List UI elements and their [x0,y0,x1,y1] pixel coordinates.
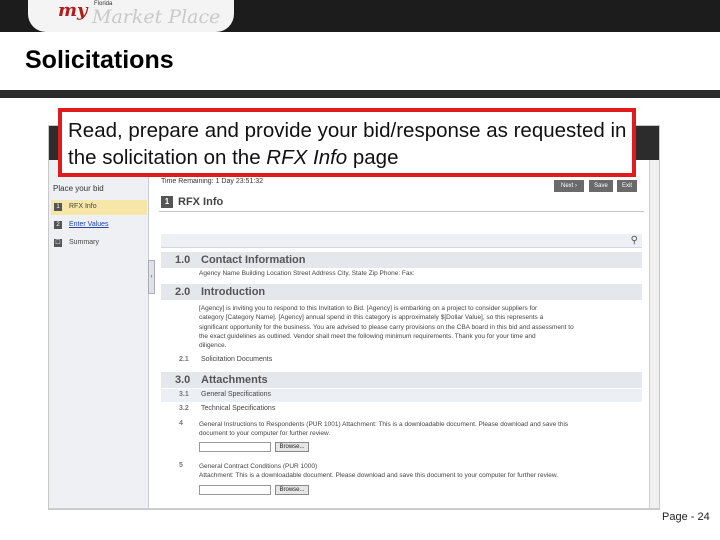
next-button[interactable]: Next › [554,180,584,192]
section-title: Contact Information [201,254,306,266]
rfx-step-number: 1 [161,196,173,208]
title-divider [0,90,720,98]
bid-steps-sidebar: Place your bid 1 RFX Info 2 Enter Values… [49,160,149,509]
rfx-info-title: RFX Info [178,196,224,208]
vertical-scrollbar[interactable] [649,160,659,509]
attachment-5-text: General Contract Conditions (PUR 1000) A… [199,462,639,481]
subsection-title: General Specifications [201,391,272,398]
attachment-4-upload: Browse... [199,442,499,452]
bid-screenshot: Place your bid 1 RFX Info 2 Enter Values… [48,125,660,510]
attachment-line: Attachment: This is a downloadable docum… [199,472,559,480]
subsection-technical-specifications[interactable]: 3.2 Technical Specifications [161,403,642,416]
status-bar [49,508,659,509]
page-title: Solicitations [25,46,174,74]
file-path-field[interactable] [199,485,271,495]
attachment-line: General Contract Conditions (PUR 1000) [199,463,318,470]
attachment-5-upload: Browse... [199,485,499,495]
intro-line: the exact guidelines as outlined. Vendor… [199,332,536,340]
subsection-title: Technical Specifications [201,405,276,412]
instruction-callout: Read, prepare and provide your bid/respo… [58,108,636,177]
step-enter-values[interactable]: 2 Enter Values [51,218,147,233]
subsection-number: 3.1 [179,391,189,398]
attachment-line: General Instructions to Respondents (PUR… [199,421,569,428]
search-bar: ⚲ [161,234,642,248]
logo-marketplace-text: Market Place [92,6,221,28]
intro-line: [Agency] is inviting you to respond to t… [199,305,538,312]
section-contact-information[interactable]: 1.0 Contact Information [161,252,642,268]
intro-line: category [Category Name]. [Agency] annua… [199,314,544,322]
browse-button[interactable]: Browse... [275,442,309,452]
step-number: 1 [54,203,62,211]
rfx-info-header: 1 RFX Info [159,194,644,212]
logo-my-text: my [58,0,88,21]
attachment-number: 5 [179,462,183,469]
sidebar-heading: Place your bid [53,184,104,193]
step-label: Summary [69,239,99,246]
callout-text-end: page [347,146,399,169]
time-remaining: Time Remaining: 1 Day 23:51:32 [161,178,264,185]
step-summary[interactable]: ☐ Summary [51,236,147,251]
section-introduction[interactable]: 2.0 Introduction [161,284,642,300]
introduction-text: [Agency] is inviting you to respond to t… [199,304,639,350]
subsection-title: Solicitation Documents [201,356,273,363]
save-button[interactable]: Save [589,180,613,192]
section-number: 3.0 [175,374,191,386]
step-label: Enter Values [69,221,109,228]
magnifier-icon[interactable]: ⚲ [631,235,638,246]
exit-button[interactable]: Exit [617,180,637,192]
step-label: RFX Info [69,203,97,210]
myfloridamarketplace-logo: my Florida Market Place [28,0,234,32]
subsection-general-specifications[interactable]: 3.1 General Specifications [161,389,642,402]
top-banner: my Florida Market Place [0,0,720,32]
section-number: 1.0 [175,254,191,266]
attachment-line: document to your computer for further re… [199,430,331,438]
attachment-number: 4 [179,420,183,427]
step-number: 2 [54,221,62,229]
subsection-number: 2.1 [179,356,189,363]
page-number: Page - 24 [662,511,710,523]
section-number: 2.0 [175,286,191,298]
summary-checkbox-icon: ☐ [54,239,62,247]
callout-text-italic: RFX Info [266,146,348,169]
subsection-solicitation-documents[interactable]: 2.1 Solicitation Documents [161,354,642,367]
step-rfx-info[interactable]: 1 RFX Info [51,200,147,215]
intro-line: diligence. [199,342,227,350]
contact-details: Agency Name Building Location Street Add… [199,270,415,277]
intro-line: significant opportunity for the business… [199,323,574,331]
section-title: Attachments [201,374,268,386]
section-title: Introduction [201,286,266,298]
rfx-content: Time Remaining: 1 Day 23:51:32 Next › Sa… [159,160,644,509]
attachment-4-text: General Instructions to Respondents (PUR… [199,420,639,439]
section-attachments[interactable]: 3.0 Attachments [161,372,642,388]
browse-button[interactable]: Browse... [275,485,309,495]
subsection-number: 3.2 [179,405,189,412]
file-path-field[interactable] [199,442,271,452]
callout-text: Read, prepare and provide your bid/respo… [68,117,632,171]
collapse-sidebar-handle[interactable]: ‹ [148,260,155,294]
